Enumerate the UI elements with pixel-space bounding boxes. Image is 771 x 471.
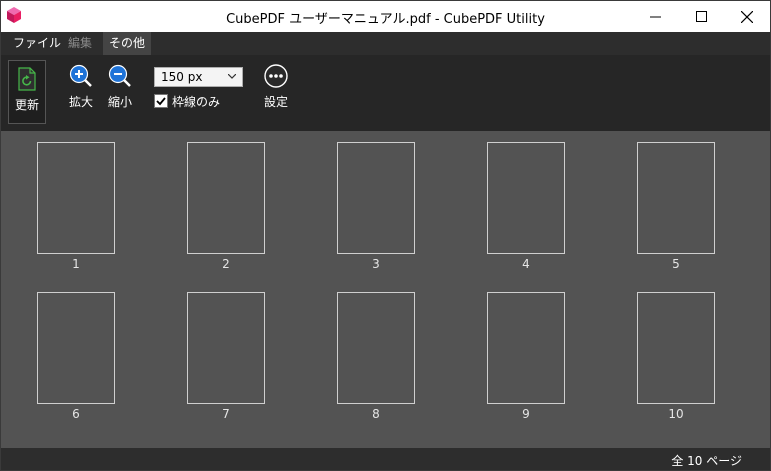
minimize-icon [649,16,661,18]
page-number: 4 [522,257,530,271]
menu-bar: ファイル 編集 その他 [1,32,770,55]
menu-file[interactable]: ファイル [7,32,67,55]
menu-other[interactable]: その他 [103,32,152,55]
page-frame [187,292,265,404]
page-frame [487,142,565,254]
app-window: CubePDF ユーザーマニュアル.pdf - CubePDF Utility … [0,0,771,471]
page-frame [487,292,565,404]
page-thumbnail[interactable]: 5 [637,142,715,271]
chevron-down-icon [228,74,236,79]
page-thumbnail[interactable]: 1 [37,142,115,271]
refresh-icon [18,67,36,91]
page-number: 9 [522,407,530,421]
page-frame [187,142,265,254]
page-thumbnail[interactable]: 6 [37,292,115,421]
menu-edit[interactable]: 編集 [62,32,98,55]
page-number: 8 [372,407,380,421]
page-thumbnail[interactable]: 9 [487,292,565,421]
page-number: 3 [372,257,380,271]
close-button[interactable] [724,1,770,32]
page-thumbnail[interactable]: 4 [487,142,565,271]
refresh-label: 更新 [14,98,39,112]
page-frame [637,142,715,254]
toolbar: 更新 拡大 縮小 150 px 枠線のみ 設定 [1,55,770,131]
frame-only-label: 枠線のみ [172,95,221,109]
page-thumbnail-grid: 1 2 3 4 5 6 7 8 9 10 [1,131,770,448]
page-number: 6 [72,407,80,421]
page-thumbnail[interactable]: 2 [187,142,265,271]
page-number: 10 [668,407,684,421]
zoom-out-icon [108,64,131,87]
zoom-in-icon [69,64,92,87]
thumbnail-size-value: 150 px [161,70,203,84]
page-frame [637,292,715,404]
zoom-in-label: 拡大 [68,95,93,109]
maximize-button[interactable] [678,1,724,32]
title-bar[interactable]: CubePDF ユーザーマニュアル.pdf - CubePDF Utility [1,1,770,32]
page-thumbnail[interactable]: 7 [187,292,265,421]
page-number: 1 [72,257,80,271]
zoom-out-button[interactable]: 縮小 [104,64,136,110]
page-number: 2 [222,257,230,271]
close-icon [741,10,753,23]
page-number: 7 [222,407,230,421]
page-frame [337,292,415,404]
minimize-button[interactable] [632,1,678,32]
thumbnail-size-select[interactable]: 150 px [154,67,243,87]
checkmark-icon [156,97,166,106]
refresh-button[interactable]: 更新 [8,60,46,124]
settings-label: 設定 [263,95,288,109]
settings-button[interactable]: 設定 [260,64,292,110]
page-thumbnail[interactable]: 8 [337,292,415,421]
maximize-icon [695,11,707,22]
status-bar: 全 10 ページ [1,448,770,470]
zoom-in-button[interactable]: 拡大 [65,64,97,110]
page-number: 5 [672,257,680,271]
page-frame [337,142,415,254]
checkbox-box[interactable] [154,94,168,108]
page-count-status: 全 10 ページ [671,454,742,468]
page-frame [37,292,115,404]
page-thumbnail[interactable]: 10 [637,292,715,421]
zoom-out-label: 縮小 [107,95,132,109]
more-options-icon [264,64,288,88]
page-thumbnail[interactable]: 3 [337,142,415,271]
page-frame [37,142,115,254]
